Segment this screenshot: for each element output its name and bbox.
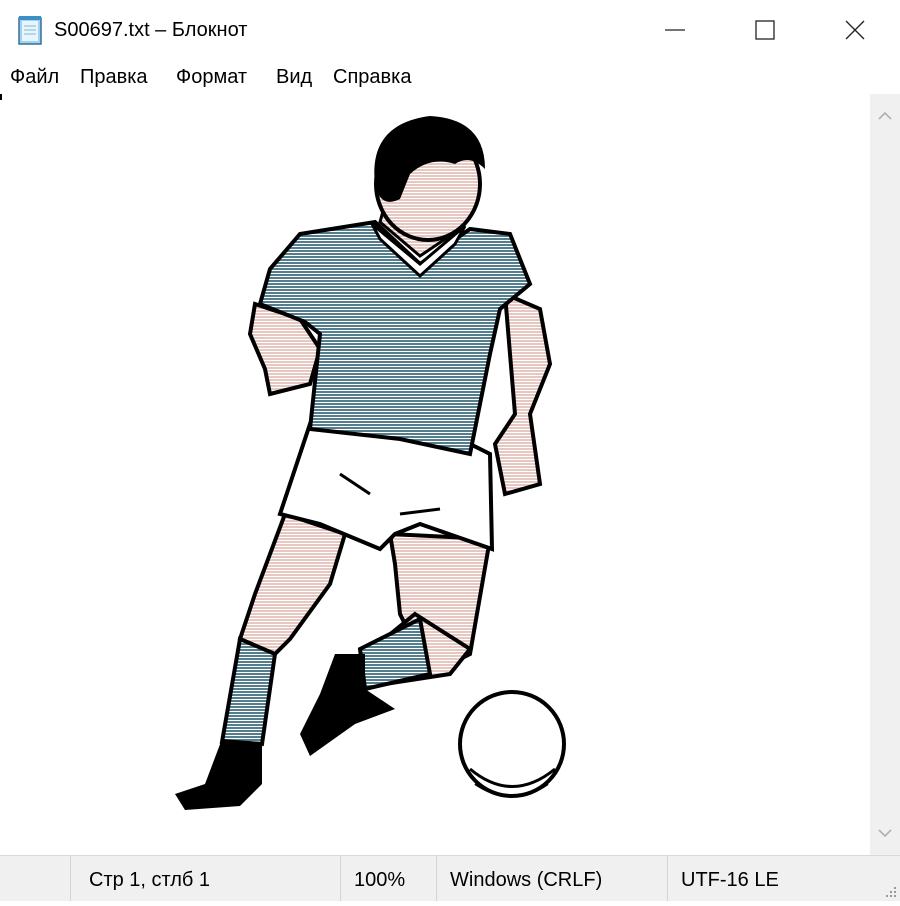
- resize-grip-icon[interactable]: [878, 879, 900, 901]
- close-icon: [845, 20, 865, 40]
- scroll-down-button[interactable]: [870, 815, 900, 855]
- status-separator: [436, 856, 437, 901]
- line-ending: Windows (CRLF): [450, 869, 603, 891]
- maximize-icon: [755, 20, 775, 40]
- close-button[interactable]: [810, 0, 900, 60]
- notepad-icon: [17, 14, 45, 46]
- minimize-button[interactable]: [630, 0, 720, 60]
- status-separator: [340, 856, 341, 901]
- chevron-up-icon: [878, 111, 892, 120]
- status-separator: [667, 856, 668, 901]
- text-editor-area[interactable]: [0, 94, 870, 855]
- menu-bar: Файл Правка Формат Вид Справка: [0, 60, 900, 94]
- menu-format[interactable]: Формат: [176, 65, 247, 89]
- status-separator: [70, 856, 71, 901]
- menu-edit[interactable]: Правка: [80, 65, 148, 89]
- scroll-up-button[interactable]: [870, 94, 900, 134]
- minimize-icon: [665, 29, 685, 31]
- menu-view[interactable]: Вид: [276, 65, 312, 89]
- menu-file[interactable]: Файл: [10, 65, 59, 89]
- maximize-button[interactable]: [720, 0, 810, 60]
- window-title: S00697.txt – Блокнот: [54, 19, 248, 41]
- title-bar[interactable]: S00697.txt – Блокнот: [0, 0, 900, 60]
- menu-help[interactable]: Справка: [333, 65, 411, 89]
- vertical-scrollbar[interactable]: [870, 94, 900, 855]
- status-bar: Стр 1, стлб 1 100% Windows (CRLF) UTF-16…: [0, 855, 900, 901]
- cursor-position: Стр 1, стлб 1: [89, 869, 211, 891]
- text-encoding: UTF-16 LE: [681, 869, 779, 891]
- zoom-level: 100%: [354, 869, 406, 891]
- chevron-down-icon: [878, 829, 892, 838]
- soccer-player-ascii-art: [175, 116, 566, 810]
